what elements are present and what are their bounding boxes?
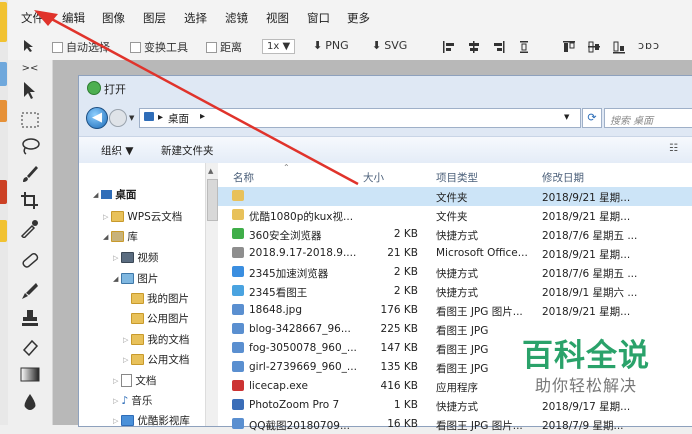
watermark: 百科全说 助你轻松解决 — [493, 320, 679, 398]
watermark-title: 百科全说 — [522, 338, 650, 374]
watermark-subtitle: 助你轻松解决 — [534, 376, 637, 395]
